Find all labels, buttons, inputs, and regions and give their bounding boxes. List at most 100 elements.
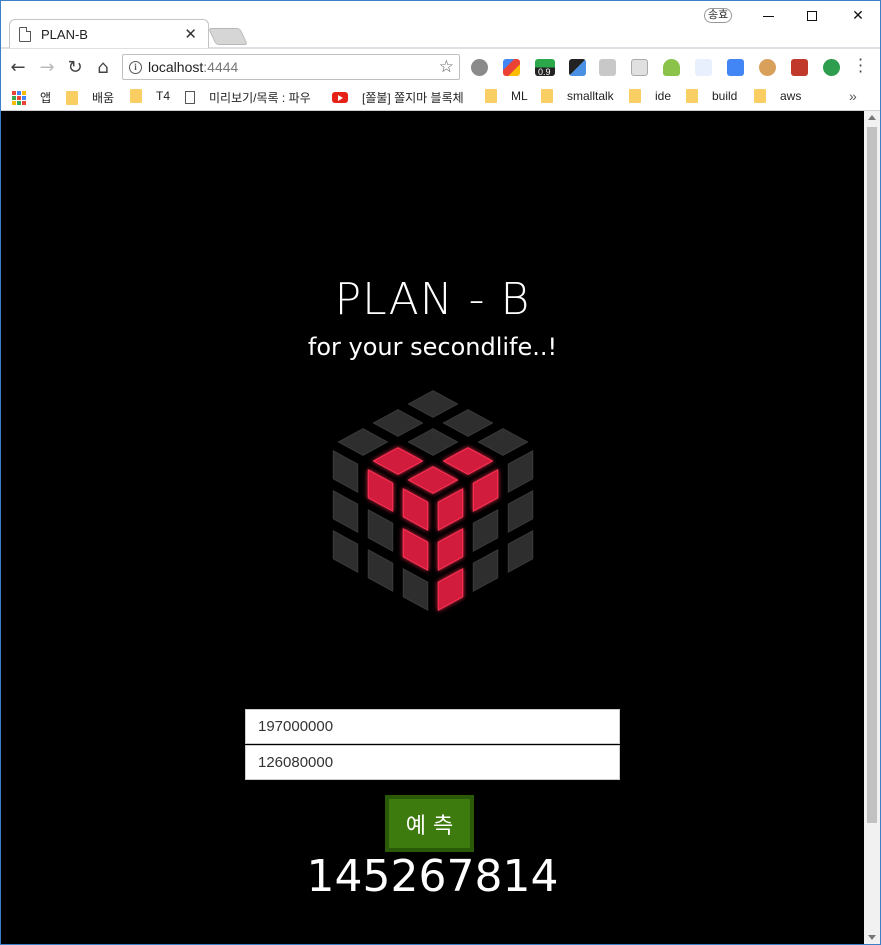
bookmark-label: T4 bbox=[156, 89, 171, 103]
bookmark-label: aws bbox=[780, 89, 802, 103]
scroll-down-arrow-icon[interactable] bbox=[868, 935, 876, 940]
cube-tile-active bbox=[437, 528, 464, 571]
apps-icon bbox=[12, 90, 26, 105]
second-number-input[interactable] bbox=[245, 745, 620, 780]
bookmark-label: ML bbox=[511, 89, 528, 103]
page-icon bbox=[19, 26, 31, 42]
cube-tile bbox=[507, 450, 534, 493]
minimize-button[interactable] bbox=[745, 1, 791, 31]
speed-extension-icon[interactable]: 0.9 bbox=[535, 59, 555, 77]
bookmark-star-icon[interactable]: ☆ bbox=[439, 57, 454, 77]
cube-tile-active bbox=[437, 488, 464, 531]
url-host: localhost bbox=[148, 59, 204, 75]
more-menu-icon[interactable]: · · · bbox=[858, 52, 863, 80]
cube-tile-active bbox=[407, 466, 459, 494]
title-bar: PLAN-B ✕ 송효 ✕ bbox=[1, 1, 880, 49]
cookie-extension-icon[interactable] bbox=[759, 59, 776, 76]
bookmark-folder[interactable]: 배움 bbox=[66, 89, 114, 106]
bookmark-apps[interactable]: 앱 bbox=[12, 89, 51, 106]
bookmark-video[interactable]: [쫄불] 쫄지마 블록체 bbox=[332, 89, 464, 106]
bookmark-folder[interactable]: smalltalk bbox=[541, 89, 614, 103]
maximize-button[interactable] bbox=[789, 1, 835, 31]
folder-icon bbox=[130, 89, 142, 103]
bookmark-folder[interactable]: ML bbox=[485, 89, 528, 103]
bookmark-label: build bbox=[712, 89, 738, 103]
bookmark-folder[interactable]: build bbox=[686, 89, 737, 103]
tab-plan-b[interactable]: PLAN-B ✕ bbox=[9, 20, 207, 48]
cube-tile-active bbox=[472, 469, 499, 512]
close-window-button[interactable]: ✕ bbox=[835, 1, 880, 31]
cube-tile bbox=[442, 409, 494, 437]
browser-window: PLAN-B ✕ 송효 ✕ ← → ↻ ⌂ i localhost:4444 ☆… bbox=[0, 0, 881, 945]
folder-icon bbox=[541, 89, 553, 103]
bookmarks-overflow-icon[interactable]: » bbox=[849, 88, 857, 104]
cube-tile bbox=[337, 428, 389, 456]
cube-tile-active bbox=[402, 528, 429, 571]
info-icon[interactable]: i bbox=[129, 60, 142, 74]
bookmark-folder[interactable]: aws bbox=[754, 89, 801, 103]
folder-icon bbox=[629, 89, 641, 103]
bookmark-folder[interactable]: T4 bbox=[130, 89, 170, 103]
address-bar[interactable]: i localhost:4444 ☆ bbox=[122, 54, 460, 80]
home-icon[interactable]: ⌂ bbox=[92, 56, 114, 78]
browser-toolbar: ← → ↻ ⌂ i localhost:4444 ☆ 0.9 · · · bbox=[1, 48, 880, 85]
first-number-input[interactable] bbox=[245, 709, 620, 744]
new-tab-button[interactable] bbox=[208, 28, 248, 45]
rubiks-cube-logo bbox=[332, 390, 534, 611]
cube-tile bbox=[332, 450, 359, 493]
pen-extension-icon[interactable] bbox=[695, 59, 712, 76]
cube-tile bbox=[402, 568, 429, 611]
ux-extension-icon[interactable] bbox=[599, 59, 616, 76]
cube-tile bbox=[367, 509, 394, 552]
folder-icon bbox=[66, 90, 78, 105]
color-picker-extension-icon[interactable] bbox=[503, 59, 520, 76]
settings-gear-extension-icon[interactable] bbox=[471, 59, 488, 76]
android-extension-icon[interactable] bbox=[663, 59, 680, 76]
cube-tile bbox=[507, 490, 534, 533]
bookmark-folder[interactable]: ide bbox=[629, 89, 671, 103]
vertical-scrollbar[interactable] bbox=[864, 111, 880, 944]
extension-badge: 0.9 bbox=[538, 67, 551, 77]
bookmark-label: 미리보기/목록 : 파우 bbox=[209, 91, 311, 105]
forward-arrow-icon[interactable]: → bbox=[36, 56, 58, 78]
folder-icon bbox=[754, 89, 766, 103]
cube-tile-active bbox=[442, 447, 494, 475]
cube-tile bbox=[407, 428, 459, 456]
cube-tile bbox=[407, 390, 459, 418]
cube-tile bbox=[472, 509, 499, 552]
predict-button[interactable]: 예 측 bbox=[385, 795, 474, 852]
book-extension-icon[interactable] bbox=[791, 59, 808, 76]
scroll-up-arrow-icon[interactable] bbox=[868, 115, 876, 120]
cube-tile-active bbox=[402, 488, 429, 531]
reload-icon[interactable]: ↻ bbox=[64, 56, 86, 78]
folder-icon bbox=[686, 89, 698, 103]
google-translate-icon[interactable] bbox=[727, 59, 744, 76]
bookmarks-bar: 앱 배움 T4 미리보기/목록 : 파우 [쫄불] 쫄지마 블록체 ML sma… bbox=[1, 85, 880, 111]
screen-extension-icon[interactable] bbox=[631, 59, 648, 76]
cube-tile-active bbox=[367, 469, 394, 512]
page-title: PLAN - B bbox=[334, 274, 531, 325]
cube-tile bbox=[472, 549, 499, 592]
cube-tile bbox=[477, 428, 529, 456]
scroll-thumb[interactable] bbox=[867, 127, 877, 823]
cube-tile-active bbox=[372, 447, 424, 475]
back-arrow-icon[interactable]: ← bbox=[7, 56, 29, 78]
cube-tile bbox=[332, 530, 359, 573]
cube-tile bbox=[372, 409, 424, 437]
eyedropper-extension-icon[interactable] bbox=[569, 59, 586, 76]
prediction-result: 145267814 bbox=[306, 851, 559, 902]
cube-tile bbox=[367, 549, 394, 592]
cube-tile bbox=[507, 530, 534, 573]
bookmark-label: 배움 bbox=[92, 91, 115, 105]
green-extension-icon[interactable] bbox=[823, 59, 840, 76]
page-subtitle: for your secondlife..! bbox=[307, 333, 558, 361]
bookmark-page[interactable]: 미리보기/목록 : 파우 bbox=[185, 89, 311, 106]
tab-close-icon[interactable]: ✕ bbox=[184, 25, 197, 43]
page-icon bbox=[185, 91, 195, 104]
cube-tile-active bbox=[437, 568, 464, 611]
bookmark-label: [쫄불] 쫄지마 블록체 bbox=[362, 91, 464, 105]
tab-title: PLAN-B bbox=[41, 26, 88, 42]
profile-button[interactable]: 송효 bbox=[704, 8, 733, 23]
youtube-icon bbox=[332, 92, 348, 103]
folder-icon bbox=[485, 89, 497, 103]
